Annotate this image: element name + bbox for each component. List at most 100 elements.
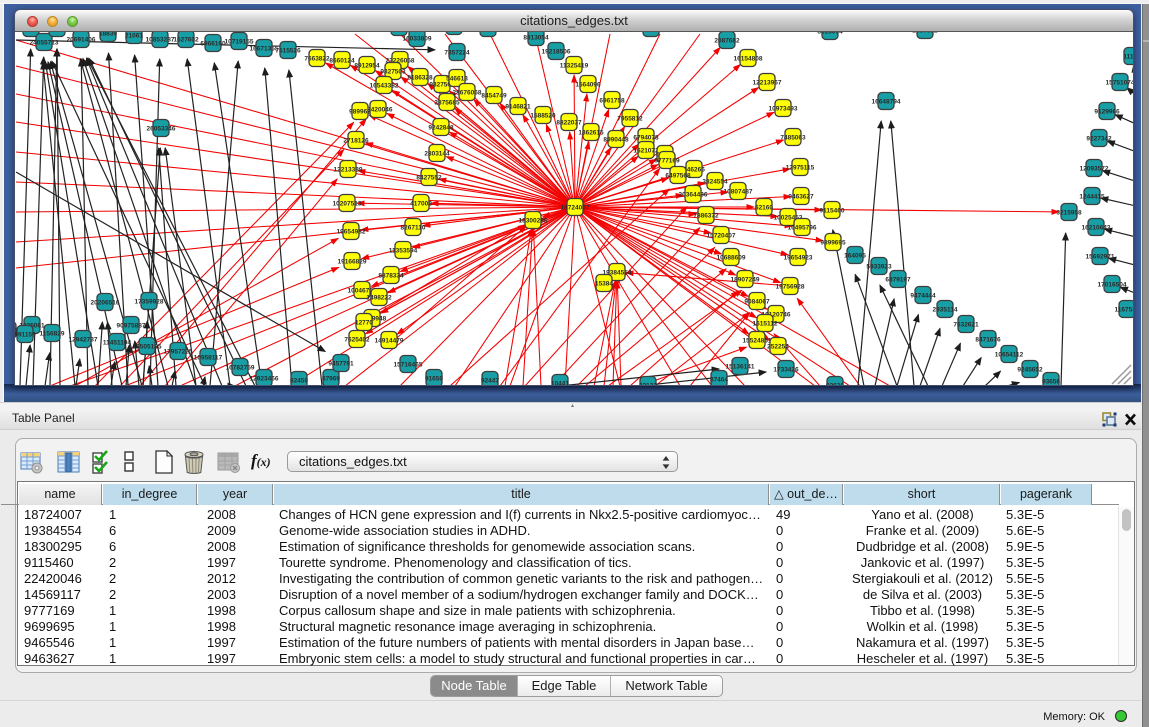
svg-text:16210643: 16210643 bbox=[1082, 225, 1111, 232]
svg-text:15384: 15384 bbox=[595, 281, 613, 288]
svg-text:28676068: 28676068 bbox=[453, 90, 482, 97]
svg-text:9084067: 9084067 bbox=[744, 299, 770, 306]
svg-text:15720407: 15720407 bbox=[707, 233, 736, 240]
svg-text:7886372: 7886372 bbox=[693, 213, 719, 220]
svg-text:18907249: 18907249 bbox=[731, 277, 760, 284]
svg-text:9146821: 9146821 bbox=[505, 104, 531, 111]
svg-text:11353594: 11353594 bbox=[389, 248, 418, 255]
svg-text:18300295: 18300295 bbox=[519, 218, 548, 225]
svg-text:9115460: 9115460 bbox=[820, 208, 845, 215]
svg-text:9777169: 9777169 bbox=[654, 158, 680, 165]
svg-text:252254: 252254 bbox=[767, 344, 789, 351]
svg-text:8822037: 8822037 bbox=[556, 120, 582, 127]
svg-text:7632621: 7632621 bbox=[953, 322, 979, 329]
svg-text:9327503: 9327503 bbox=[380, 69, 406, 76]
svg-text:8267110: 8267110 bbox=[401, 225, 426, 232]
svg-text:91650: 91650 bbox=[425, 376, 443, 383]
svg-text:92620: 92620 bbox=[826, 383, 844, 386]
svg-text:11173: 11173 bbox=[1123, 54, 1133, 61]
svg-text:3875685: 3875685 bbox=[434, 100, 460, 107]
svg-text:22133: 22133 bbox=[639, 383, 657, 386]
svg-text:991159: 991159 bbox=[15, 332, 36, 339]
svg-text:82450: 82450 bbox=[290, 378, 308, 385]
svg-text:10207513: 10207513 bbox=[333, 201, 362, 208]
svg-text:16543382: 16543382 bbox=[370, 83, 399, 90]
svg-text:10654112: 10654112 bbox=[995, 352, 1024, 359]
svg-text:2637632: 2637632 bbox=[912, 32, 938, 35]
svg-text:9245652: 9245652 bbox=[1017, 367, 1043, 374]
svg-text:1527602: 1527602 bbox=[173, 37, 199, 44]
svg-text:5933923: 5933923 bbox=[866, 264, 892, 271]
svg-text:10973493: 10973493 bbox=[769, 106, 798, 113]
svg-text:18724007: 18724007 bbox=[561, 205, 590, 212]
svg-text:12213389: 12213389 bbox=[334, 167, 363, 174]
svg-text:19654923: 19654923 bbox=[784, 255, 813, 262]
svg-text:8912954: 8912954 bbox=[354, 63, 380, 70]
svg-text:2718126: 2718126 bbox=[343, 138, 369, 145]
svg-text:989962: 989962 bbox=[349, 109, 371, 116]
svg-text:21061: 21061 bbox=[125, 33, 143, 40]
svg-text:17016504: 17016504 bbox=[1098, 282, 1127, 289]
svg-text:12923466: 12923466 bbox=[250, 376, 279, 383]
svg-text:8186328: 8186328 bbox=[407, 75, 433, 82]
svg-text:9129966: 9129966 bbox=[1094, 109, 1120, 116]
svg-text:9457791: 9457791 bbox=[328, 361, 354, 368]
svg-text:10719155: 10719155 bbox=[225, 39, 254, 46]
svg-text:62160: 62160 bbox=[755, 205, 773, 212]
svg-text:16495796: 16495796 bbox=[788, 225, 817, 232]
svg-text:24055713: 24055713 bbox=[30, 40, 59, 47]
svg-text:19166829: 19166829 bbox=[338, 259, 367, 266]
svg-text:7663822: 7663822 bbox=[304, 56, 330, 63]
svg-text:9463627: 9463627 bbox=[788, 194, 814, 201]
svg-text:16648794: 16648794 bbox=[872, 99, 901, 106]
svg-text:10688609: 10688609 bbox=[717, 255, 746, 262]
svg-text:16782759: 16782759 bbox=[226, 365, 255, 372]
svg-text:87464: 87464 bbox=[710, 377, 728, 384]
svg-text:546613: 546613 bbox=[446, 76, 468, 83]
svg-text:20364436: 20364436 bbox=[679, 192, 708, 199]
svg-text:19218506: 19218506 bbox=[542, 49, 571, 56]
svg-text:10958117: 10958117 bbox=[194, 355, 223, 362]
svg-text:12093572: 12093572 bbox=[1080, 166, 1109, 173]
svg-text:12975115: 12975115 bbox=[786, 165, 815, 172]
svg-text:8427552: 8427552 bbox=[416, 175, 442, 182]
svg-text:16154808: 16154808 bbox=[734, 56, 763, 63]
svg-text:2803144: 2803144 bbox=[424, 151, 450, 158]
svg-text:14914479: 14914479 bbox=[375, 338, 404, 345]
svg-text:12770: 12770 bbox=[355, 320, 373, 327]
svg-text:1498222: 1498222 bbox=[366, 295, 392, 302]
svg-text:15692971: 15692971 bbox=[1086, 254, 1115, 261]
svg-text:20691406: 20691406 bbox=[67, 37, 96, 44]
svg-text:15716465: 15716465 bbox=[394, 362, 423, 369]
svg-text:1156829: 1156829 bbox=[40, 331, 65, 338]
svg-text:8471676: 8471676 bbox=[975, 337, 1001, 344]
svg-text:7485063: 7485063 bbox=[780, 135, 806, 142]
svg-text:90587: 90587 bbox=[48, 32, 66, 33]
svg-text:417008: 417008 bbox=[410, 201, 432, 208]
svg-text:18839: 18839 bbox=[99, 32, 117, 38]
svg-text:87969: 87969 bbox=[322, 376, 340, 383]
svg-text:11325419: 11325419 bbox=[560, 63, 589, 70]
svg-text:7357224: 7357224 bbox=[444, 50, 470, 57]
svg-text:1564096: 1564096 bbox=[575, 82, 601, 89]
svg-text:8813074: 8813074 bbox=[817, 32, 843, 36]
svg-text:92447: 92447 bbox=[481, 378, 499, 385]
svg-text:26053346: 26053346 bbox=[147, 126, 176, 133]
svg-text:7625402: 7625402 bbox=[344, 337, 370, 344]
svg-text:8454749: 8454749 bbox=[481, 93, 507, 100]
svg-text:16033809: 16033809 bbox=[403, 36, 432, 43]
svg-text:6794078: 6794078 bbox=[633, 135, 659, 142]
svg-text:6961758: 6961758 bbox=[599, 98, 625, 105]
svg-text:1362615: 1362615 bbox=[578, 130, 604, 137]
svg-text:90975887: 90975887 bbox=[117, 323, 146, 330]
svg-text:16646: 16646 bbox=[642, 32, 660, 33]
svg-text:8990448: 8990448 bbox=[603, 137, 629, 144]
svg-text:17957225: 17957225 bbox=[164, 349, 193, 356]
svg-text:2935114: 2935114 bbox=[933, 307, 958, 314]
svg-text:17359928: 17359928 bbox=[135, 299, 164, 306]
svg-text:20206516: 20206516 bbox=[91, 300, 120, 307]
svg-text:20595: 20595 bbox=[22, 32, 40, 33]
svg-text:8660124: 8660124 bbox=[329, 58, 355, 65]
svg-text:2087682: 2087682 bbox=[714, 38, 740, 45]
svg-text:6497568: 6497568 bbox=[665, 173, 691, 180]
